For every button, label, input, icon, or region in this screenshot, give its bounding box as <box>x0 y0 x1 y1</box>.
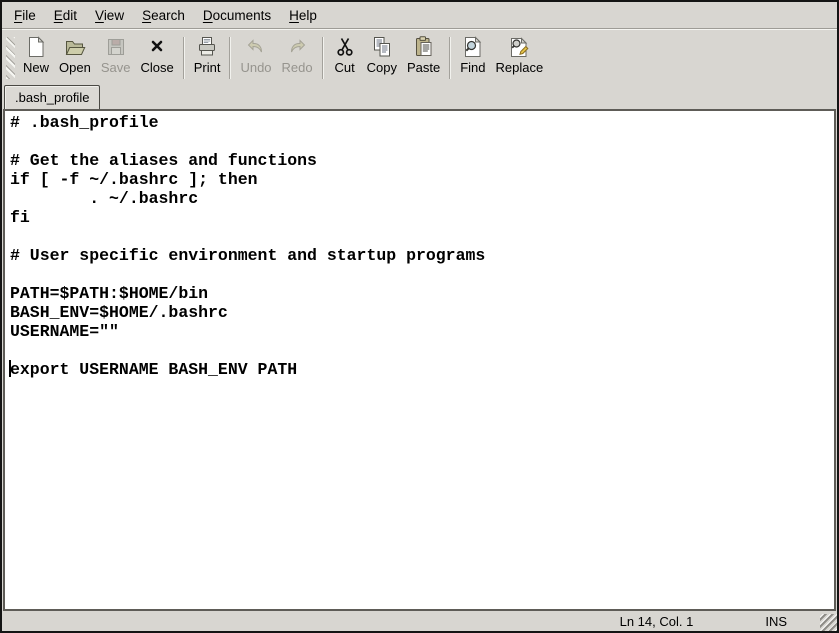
code-line: fi <box>10 208 834 227</box>
menu-view[interactable]: View <box>86 4 133 27</box>
statusbar: Ln 14, Col. 1 INS <box>2 611 837 631</box>
undo-button: Undo <box>235 32 276 77</box>
cut-button-label: Cut <box>334 61 354 75</box>
paste-button-label: Paste <box>407 61 440 75</box>
redo-button: Redo <box>277 32 318 77</box>
redo-button-label: Redo <box>282 61 313 75</box>
insert-mode-status: INS <box>765 614 787 629</box>
copy-button[interactable]: Copy <box>362 32 402 77</box>
open-button-label: Open <box>59 61 91 75</box>
cursor-position-status: Ln 14, Col. 1 <box>620 614 694 629</box>
cut-button[interactable]: Cut <box>328 32 362 77</box>
text-caret <box>9 360 11 377</box>
save-floppy-icon <box>104 35 128 59</box>
copy-button-label: Copy <box>367 61 397 75</box>
replace-magnifier-pencil-icon <box>507 35 531 59</box>
undo-button-label: Undo <box>240 61 271 75</box>
undo-arrow-icon <box>244 35 268 59</box>
printer-icon <box>195 35 219 59</box>
save-button: Save <box>96 32 136 77</box>
paste-button[interactable]: Paste <box>402 32 445 77</box>
menu-help[interactable]: Help <box>280 4 326 27</box>
code-line: if [ -f ~/.bashrc ]; then <box>10 170 834 189</box>
code-line: export USERNAME BASH_ENV PATH <box>10 360 834 379</box>
close-button[interactable]: Close <box>135 32 178 77</box>
code-line <box>10 227 834 246</box>
code-line: # Get the aliases and functions <box>10 151 834 170</box>
new-button-label: New <box>23 61 49 75</box>
text-editor-window: File Edit View Search Documents Help New <box>0 0 839 633</box>
menu-file[interactable]: File <box>5 4 45 27</box>
new-document-icon <box>24 35 48 59</box>
toolbar-drag-handle[interactable] <box>6 37 15 79</box>
tab-label: .bash_profile <box>15 90 89 105</box>
code-line: # User specific environment and startup … <box>10 246 834 265</box>
menu-edit[interactable]: Edit <box>45 4 86 27</box>
open-button[interactable]: Open <box>54 32 96 77</box>
redo-arrow-icon <box>285 35 309 59</box>
new-button[interactable]: New <box>18 32 54 77</box>
open-folder-icon <box>63 35 87 59</box>
code-line: PATH=$PATH:$HOME/bin <box>10 284 834 303</box>
save-button-label: Save <box>101 61 131 75</box>
code-line: . ~/.bashrc <box>10 189 834 208</box>
copy-pages-icon <box>370 35 394 59</box>
toolbar-separator <box>229 37 231 79</box>
find-magnifier-icon <box>461 35 485 59</box>
replace-button-label: Replace <box>496 61 544 75</box>
toolbar: New Open Save <box>2 29 837 84</box>
toolbar-separator <box>449 37 451 79</box>
menu-documents[interactable]: Documents <box>194 4 280 27</box>
code-line: BASH_ENV=$HOME/.bashrc <box>10 303 834 322</box>
code-line: USERNAME="" <box>10 322 834 341</box>
replace-button[interactable]: Replace <box>491 32 549 77</box>
clipboard-icon <box>412 35 436 59</box>
toolbar-separator <box>183 37 185 79</box>
close-x-icon <box>145 35 169 59</box>
document-text: # .bash_profile # Get the aliases and fu… <box>5 111 834 379</box>
tab-bash-profile[interactable]: .bash_profile <box>4 85 100 109</box>
scissors-icon <box>333 35 357 59</box>
close-button-label: Close <box>140 61 173 75</box>
find-button-label: Find <box>460 61 485 75</box>
code-line <box>10 341 834 360</box>
menubar: File Edit View Search Documents Help <box>2 2 837 29</box>
print-button[interactable]: Print <box>189 32 226 77</box>
code-line: # .bash_profile <box>10 113 834 132</box>
menu-search[interactable]: Search <box>133 4 194 27</box>
code-line <box>10 265 834 284</box>
text-editor[interactable]: # .bash_profile # Get the aliases and fu… <box>3 109 836 611</box>
print-button-label: Print <box>194 61 221 75</box>
code-line <box>10 132 834 151</box>
find-button[interactable]: Find <box>455 32 490 77</box>
toolbar-separator <box>322 37 324 79</box>
document-tab-bar: .bash_profile <box>2 84 837 109</box>
resize-grip[interactable] <box>820 614 837 631</box>
